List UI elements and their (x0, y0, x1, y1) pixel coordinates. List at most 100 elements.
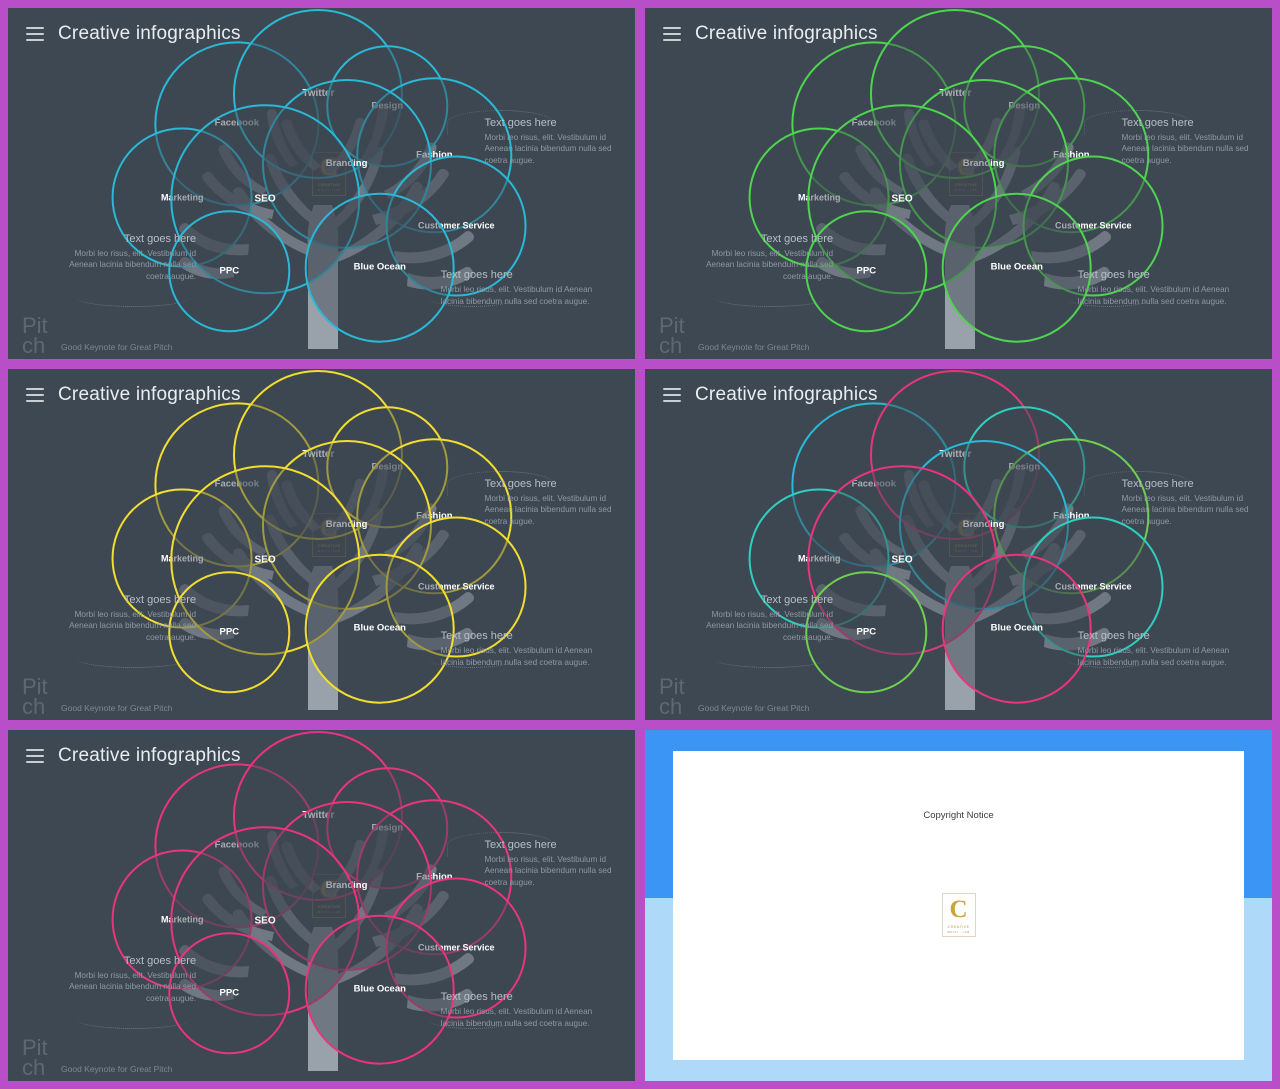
bubble-label: Blue Ocean (990, 622, 1043, 634)
bubble-label: PPC (856, 625, 877, 637)
copyright-title: Copyright Notice (923, 809, 994, 821)
bubble-label: SEO (891, 554, 913, 566)
page-title: Creative infographics (695, 384, 878, 405)
brand-tagline: Good Keynote for Great Pitch (698, 703, 810, 713)
callout-body: Morbi leo risus, elit. Vestibulum id Aen… (1121, 132, 1249, 166)
callout-body: Morbi leo risus, elit. Vestibulum id Aen… (440, 285, 593, 307)
callout-body: Morbi leo risus, elit. Vestibulum id Aen… (706, 248, 834, 281)
callout-title: Text goes here (123, 232, 197, 245)
bubble-label: Blue Ocean (990, 261, 1043, 273)
slide-mixed[interactable]: Creative infographics C CREATIVE MULTI -… (645, 369, 1272, 720)
bubble-blue-ocean[interactable]: Blue Ocean (941, 192, 1093, 344)
bubble-label: Blue Ocean (353, 261, 406, 273)
callout-body: Morbi leo risus, elit. Vestibulum id Aen… (484, 132, 612, 166)
bubble-label: SEO (891, 193, 913, 205)
slide-green[interactable]: Creative infographics C CREATIVE MULTI -… (645, 8, 1272, 359)
callout-body: Morbi leo risus, elit. Vestibulum id Aen… (1121, 493, 1249, 527)
brand-name: Pitch (659, 313, 685, 358)
slide-cyan[interactable]: Creative infographics C CREATIVE MULTI -… (8, 8, 635, 359)
slide-grid: Creative infographics C CREATIVE MULTI -… (0, 0, 1280, 1089)
callout-title: Text goes here (1121, 116, 1194, 129)
bubble-label: PPC (856, 264, 877, 276)
callout-right-top: Text goes here Morbi leo risus, elit. Ve… (485, 478, 623, 528)
callout-right-top: Text goes here Morbi leo risus, elit. Ve… (1122, 478, 1260, 528)
brand-logo-line2: MULTI - LAB (947, 929, 970, 934)
page-title: Creative infographics (58, 384, 241, 405)
hamburger-icon[interactable] (26, 749, 44, 763)
bubble-blue-ocean[interactable]: Blue Ocean (304, 192, 456, 344)
callout-body: Morbi leo risus, elit. Vestibulum id Aen… (484, 493, 612, 527)
bubble-label: SEO (254, 193, 276, 205)
callout-right-bottom: Text goes here Morbi leo risus, elit. Ve… (441, 991, 617, 1029)
callout-title: Text goes here (440, 991, 513, 1004)
callout-body: Morbi leo risus, elit. Vestibulum id Aen… (1077, 646, 1230, 668)
page-title: Creative infographics (58, 745, 241, 766)
brand-name: Pitch (22, 1035, 48, 1080)
brand-name: Pitch (22, 674, 48, 719)
bubble-label: PPC (219, 986, 240, 998)
callout-title: Text goes here (484, 838, 557, 851)
brand-tagline: Good Keynote for Great Pitch (61, 1064, 173, 1074)
hamburger-icon[interactable] (26, 388, 44, 402)
callout-title: Text goes here (440, 630, 513, 643)
brand-name: Pitch (659, 674, 685, 719)
slide-header: Creative infographics (645, 369, 1272, 421)
slide-header: Creative infographics (8, 8, 635, 60)
callout-title: Text goes here (123, 954, 197, 967)
callout-body: Morbi leo risus, elit. Vestibulum id Aen… (1077, 285, 1230, 307)
callout-left: Text goes here Morbi leo risus, elit. Ve… (46, 233, 196, 283)
callout-right-top: Text goes here Morbi leo risus, elit. Ve… (485, 117, 623, 167)
bubble-label: Blue Ocean (353, 983, 406, 995)
callout-title: Text goes here (1077, 269, 1150, 282)
hamburger-icon[interactable] (26, 27, 44, 41)
bubble-label: PPC (219, 264, 240, 276)
bubble-blue-ocean[interactable]: Blue Ocean (941, 553, 1093, 705)
callout-title: Text goes here (484, 116, 557, 129)
callout-title: Text goes here (123, 593, 197, 606)
callout-right-bottom: Text goes here Morbi leo risus, elit. Ve… (1078, 269, 1254, 307)
callout-right-bottom: Text goes here Morbi leo risus, elit. Ve… (441, 269, 617, 307)
slide-footer: Pitch Good Keynote for Great Pitch (22, 674, 173, 719)
callout-left: Text goes here Morbi leo risus, elit. Ve… (46, 955, 196, 1005)
hamburger-icon[interactable] (663, 388, 681, 402)
slide-footer: Pitch Good Keynote for Great Pitch (22, 315, 173, 356)
callout-right-bottom: Text goes here Morbi leo risus, elit. Ve… (1078, 630, 1254, 668)
slide-footer: Pitch Good Keynote for Great Pitch (659, 674, 810, 719)
slide-header: Creative infographics (645, 8, 1272, 60)
callout-title: Text goes here (760, 593, 834, 606)
hamburger-icon[interactable] (663, 27, 681, 41)
bubble-label: SEO (254, 554, 276, 566)
slide-header: Creative infographics (8, 369, 635, 421)
brand-tagline: Good Keynote for Great Pitch (61, 342, 173, 352)
callout-body: Morbi leo risus, elit. Vestibulum id Aen… (440, 646, 593, 668)
callout-title: Text goes here (760, 232, 834, 245)
slide-yellow[interactable]: Creative infographics C CREATIVE MULTI -… (8, 369, 635, 720)
callout-right-top: Text goes here Morbi leo risus, elit. Ve… (1122, 117, 1260, 167)
brand-logo: C CREATIVE MULTI - LAB (941, 893, 976, 938)
brand-tagline: Good Keynote for Great Pitch (61, 703, 173, 713)
callout-title: Text goes here (440, 269, 513, 282)
callout-left: Text goes here Morbi leo risus, elit. Ve… (683, 594, 833, 644)
callout-left: Text goes here Morbi leo risus, elit. Ve… (683, 233, 833, 283)
callout-title: Text goes here (1121, 477, 1194, 490)
slide-copyright-notice[interactable]: Copyright Notice C CREATIVE MULTI - LAB (645, 730, 1272, 1081)
callout-body: Morbi leo risus, elit. Vestibulum id Aen… (69, 970, 197, 1003)
brand-tagline: Good Keynote for Great Pitch (698, 342, 810, 352)
callout-body: Morbi leo risus, elit. Vestibulum id Aen… (440, 1007, 593, 1029)
bubble-blue-ocean[interactable]: Blue Ocean (304, 553, 456, 705)
callout-left: Text goes here Morbi leo risus, elit. Ve… (46, 594, 196, 644)
callout-right-bottom: Text goes here Morbi leo risus, elit. Ve… (441, 630, 617, 668)
callout-title: Text goes here (1077, 630, 1150, 643)
copyright-page: Copyright Notice C CREATIVE MULTI - LAB (673, 751, 1244, 1060)
slide-header: Creative infographics (8, 730, 635, 782)
slide-pink[interactable]: Creative infographics C CREATIVE MULTI -… (8, 730, 635, 1081)
callout-title: Text goes here (484, 477, 557, 490)
page-title: Creative infographics (695, 23, 878, 44)
callout-body: Morbi leo risus, elit. Vestibulum id Aen… (706, 609, 834, 642)
slide-footer: Pitch Good Keynote for Great Pitch (659, 313, 810, 358)
slide-footer: Pitch Good Keynote for Great Pitch (22, 1035, 173, 1080)
bubble-blue-ocean[interactable]: Blue Ocean (304, 914, 456, 1066)
callout-body: Morbi leo risus, elit. Vestibulum id Aen… (484, 854, 612, 888)
brand-logo-letter: C (949, 895, 968, 923)
callout-body: Morbi leo risus, elit. Vestibulum id Aen… (69, 609, 197, 642)
